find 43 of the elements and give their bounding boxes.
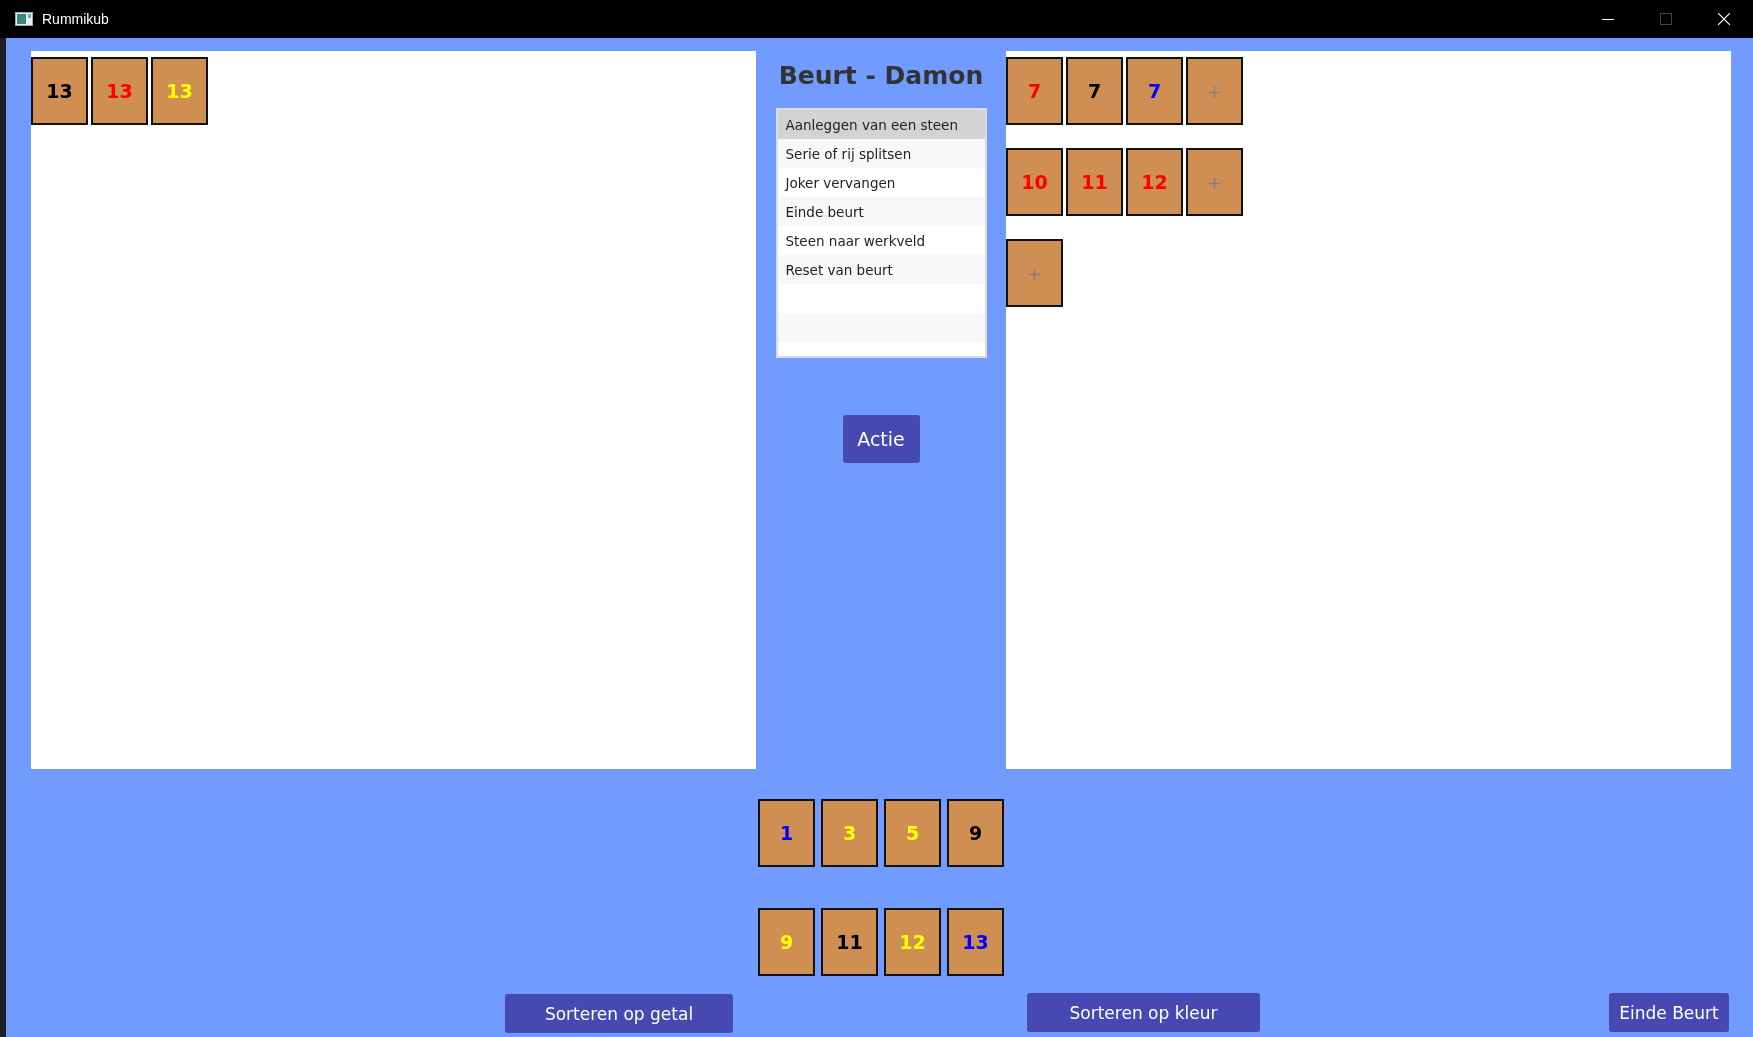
tile-number: 11 [1081, 172, 1108, 192]
tile[interactable]: 12 [884, 908, 941, 976]
tile[interactable]: 9 [947, 799, 1004, 867]
action-item[interactable]: Reset van beurt [777, 255, 985, 284]
sort-button[interactable]: Sorteren op getal [505, 994, 733, 1033]
action-button[interactable]: Actie [842, 415, 920, 463]
tile[interactable]: 1 [758, 799, 815, 867]
tile-number: 13 [106, 81, 133, 101]
minimize-icon [1602, 18, 1614, 20]
tile-number: 12 [1141, 172, 1168, 192]
tile-number: 13 [46, 81, 73, 101]
tile-number: 10 [1021, 172, 1048, 192]
action-item[interactable]: Serie of rij splitsen [777, 139, 985, 168]
tile[interactable]: 13 [947, 908, 1004, 976]
tile-number: 3 [842, 823, 857, 843]
sort-button[interactable]: Sorteren op kleur [1027, 993, 1260, 1032]
window-title: Rummikub [42, 11, 109, 27]
maximize-icon [1660, 13, 1672, 25]
tile-number: 12 [899, 932, 926, 952]
app-icon [15, 12, 33, 26]
tile[interactable]: 5 [884, 799, 941, 867]
tile[interactable]: 7 [1126, 57, 1183, 125]
tile[interactable]: 13 [31, 57, 88, 125]
action-item[interactable]: Einde beurt [777, 197, 985, 226]
turn-title: Beurt - Damon [778, 60, 984, 92]
tile-number: 11 [836, 932, 863, 952]
tile-number: 5 [905, 823, 920, 843]
tile[interactable]: 3 [821, 799, 878, 867]
tile-number: 13 [166, 81, 193, 101]
tile[interactable]: 11 [821, 908, 878, 976]
tile[interactable]: 13 [151, 57, 208, 125]
tile-number: 7 [1147, 81, 1162, 101]
tile-number: 7 [1027, 81, 1042, 101]
end-turn-button[interactable]: Einde Beurt [1609, 993, 1729, 1032]
tile-number: 7 [1087, 81, 1102, 101]
tile-number: 9 [779, 932, 794, 952]
tile[interactable]: 7 [1066, 57, 1123, 125]
close-icon [1718, 13, 1730, 25]
tile-number: 13 [962, 932, 989, 952]
tile[interactable]: 9 [758, 908, 815, 976]
tile-number: 9 [968, 823, 983, 843]
action-item[interactable]: Aanleggen van een steen [777, 110, 985, 139]
tile-number: 1 [779, 823, 794, 843]
